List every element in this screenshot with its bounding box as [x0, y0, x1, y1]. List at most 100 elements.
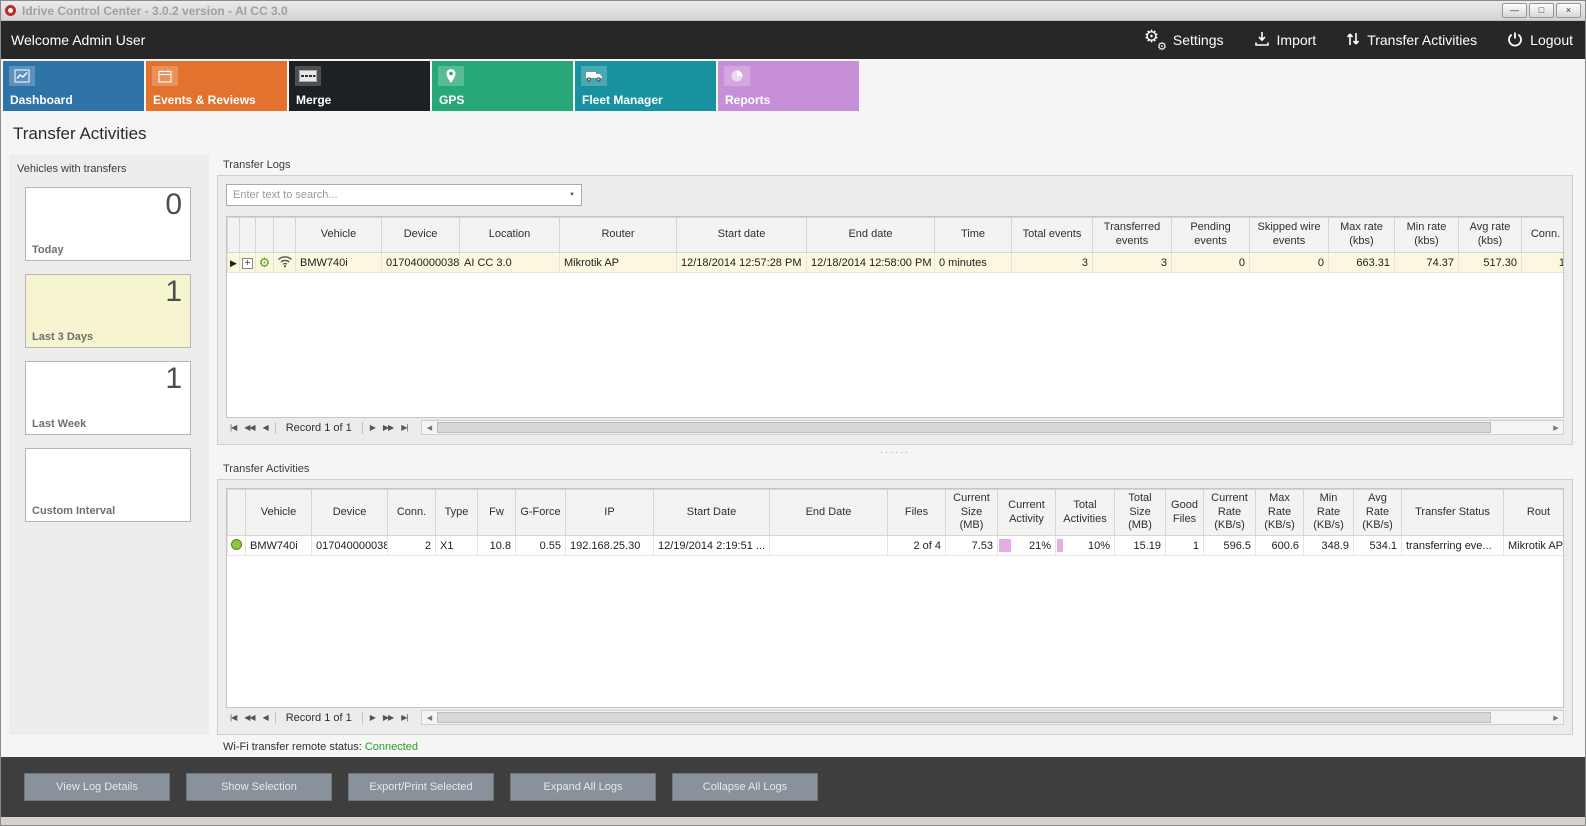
titlebar: Idrive Control Center - 3.0.2 version - …	[1, 1, 1585, 21]
scroll-left-icon[interactable]: ◀	[422, 714, 436, 722]
acts-col-end-date[interactable]: End Date	[770, 490, 888, 536]
acts-col-current-size[interactable]: Current Size (MB)	[946, 490, 998, 536]
tile-dashboard[interactable]: Dashboard	[3, 61, 144, 111]
search-input[interactable]	[227, 189, 563, 201]
tile-merge-label: Merge	[296, 93, 331, 107]
export-print-selected-button[interactable]: Export/Print Selected	[348, 773, 494, 801]
acts-col-fw[interactable]: Fw	[478, 490, 516, 536]
acts-col-good-files[interactable]: Good Files	[1166, 490, 1204, 536]
acts-col-type[interactable]: Type	[436, 490, 478, 536]
collapse-all-logs-button[interactable]: Collapse All Logs	[672, 773, 818, 801]
prev-page-button[interactable]: ◀◀	[240, 713, 258, 722]
last-record-button[interactable]: ▶|	[397, 423, 411, 432]
filmstrip-icon	[295, 66, 321, 86]
acts-col-vehicle[interactable]: Vehicle	[246, 490, 312, 536]
first-record-button[interactable]: |◀	[226, 423, 240, 432]
cell-conn: 2	[388, 536, 436, 556]
expand-all-logs-button[interactable]: Expand All Logs	[510, 773, 656, 801]
view-log-details-button[interactable]: View Log Details	[24, 773, 170, 801]
next-page-button[interactable]: ▶▶	[379, 713, 397, 722]
logs-col-pending-events[interactable]: Pending events	[1172, 218, 1250, 253]
horizontal-scrollbar[interactable]: ◀ ▶	[421, 710, 1564, 725]
logs-col-start-date[interactable]: Start date	[677, 218, 807, 253]
acts-col-min-rate[interactable]: Min Rate (KB/s)	[1304, 490, 1354, 536]
logs-col-vehicle[interactable]: Vehicle	[296, 218, 382, 253]
acts-col-files[interactable]: Files	[888, 490, 946, 536]
logs-col-skipped-wire-events[interactable]: Skipped wire events	[1250, 218, 1329, 253]
transfer-activities-button[interactable]: Transfer Activities	[1346, 31, 1477, 50]
acts-col-start-date[interactable]: Start Date	[654, 490, 770, 536]
calendar-icon	[152, 66, 178, 86]
acts-col-router[interactable]: Rout	[1504, 490, 1565, 536]
settings-button[interactable]: ⚙ ⚙ Settings	[1144, 31, 1224, 49]
tile-reports[interactable]: Reports	[718, 61, 859, 111]
acts-col-transfer-status[interactable]: Transfer Status	[1402, 490, 1504, 536]
logs-col-time[interactable]: Time	[935, 218, 1012, 253]
chevron-down-icon[interactable]: ▼	[563, 192, 581, 198]
card-last-week[interactable]: 1 Last Week	[25, 361, 191, 435]
logs-col-total-events[interactable]: Total events	[1012, 218, 1093, 253]
logs-col-avg-rate[interactable]: Avg rate (kbs)	[1459, 218, 1522, 253]
table-row[interactable]: ▶ + ⚙ BMW740i 017040000038 AI CC 3.0 Mik…	[228, 253, 1565, 273]
transfer-logs-panel-title: Transfer Logs	[223, 159, 290, 171]
acts-col-current-rate[interactable]: Current Rate (KB/s)	[1204, 490, 1256, 536]
acts-col-avg-rate[interactable]: Avg Rate (KB/s)	[1354, 490, 1402, 536]
last-record-button[interactable]: ▶|	[397, 713, 411, 722]
logs-col-max-rate[interactable]: Max rate (kbs)	[1329, 218, 1395, 253]
transfer-logs-grid: Vehicle Device Location Router Start dat…	[226, 216, 1564, 418]
transfer-activities-label: Transfer Activities	[1367, 32, 1477, 48]
acts-col-conn[interactable]: Conn.	[388, 490, 436, 536]
logs-col-transferred-events[interactable]: Transferred events	[1093, 218, 1172, 253]
prev-record-button[interactable]: ◀	[259, 713, 272, 722]
transfer-activities-panel: Vehicle Device Conn. Type Fw G-Force IP …	[217, 479, 1573, 735]
acts-col-current-activity[interactable]: Current Activity	[998, 490, 1056, 536]
cell-transfer-status: transferring eve...	[1402, 536, 1504, 556]
logout-button[interactable]: Logout	[1507, 31, 1573, 50]
tile-fleet-manager[interactable]: Fleet Manager	[575, 61, 716, 111]
logs-col-router[interactable]: Router	[560, 218, 677, 253]
first-record-button[interactable]: |◀	[226, 713, 240, 722]
close-button[interactable]: ×	[1556, 3, 1581, 18]
prev-page-button[interactable]: ◀◀	[240, 423, 258, 432]
prev-record-button[interactable]: ◀	[259, 423, 272, 432]
acts-col-device[interactable]: Device	[312, 490, 388, 536]
tile-gps[interactable]: GPS	[432, 61, 573, 111]
logs-col-device[interactable]: Device	[382, 218, 460, 253]
logs-col-min-rate[interactable]: Min rate (kbs)	[1395, 218, 1459, 253]
maximize-button[interactable]: □	[1529, 3, 1554, 18]
scroll-right-icon[interactable]: ▶	[1549, 424, 1563, 432]
tile-dashboard-label: Dashboard	[10, 93, 73, 107]
acts-col-gforce[interactable]: G-Force	[516, 490, 566, 536]
minimize-button[interactable]: —	[1502, 3, 1527, 18]
logs-col-location[interactable]: Location	[460, 218, 560, 253]
panel-splitter[interactable]: ······	[217, 447, 1573, 459]
import-button[interactable]: Import	[1254, 31, 1317, 50]
table-row[interactable]: BMW740i 017040000038 2 X1 10.8 0.55 192.…	[228, 536, 1565, 556]
card-custom-interval[interactable]: Custom Interval	[25, 448, 191, 522]
next-record-button[interactable]: ▶	[366, 713, 379, 722]
next-page-button[interactable]: ▶▶	[379, 423, 397, 432]
acts-col-total-size[interactable]: Total Size (MB)	[1115, 490, 1166, 536]
card-last-3-days[interactable]: 1 Last 3 Days	[25, 274, 191, 348]
card-today[interactable]: 0 Today	[25, 187, 191, 261]
wifi-status-label: Wi-Fi transfer remote status:	[223, 741, 362, 753]
acts-col-total-activities[interactable]: Total Activities	[1056, 490, 1115, 536]
horizontal-scrollbar[interactable]: ◀ ▶	[421, 420, 1564, 435]
logs-col-conn[interactable]: Conn.	[1522, 218, 1565, 253]
gear-icon: ⚙	[256, 253, 274, 273]
cell-time: 0 minutes	[935, 253, 1012, 273]
tile-events-reviews[interactable]: Events & Reviews	[146, 61, 287, 111]
expand-plus-icon[interactable]: +	[242, 258, 253, 269]
cell-gforce: 0.55	[516, 536, 566, 556]
acts-col-ip[interactable]: IP	[566, 490, 654, 536]
scroll-right-icon[interactable]: ▶	[1549, 714, 1563, 722]
card-last-week-label: Last Week	[32, 418, 86, 430]
show-selection-button[interactable]: Show Selection	[186, 773, 332, 801]
logs-col-end-date[interactable]: End date	[807, 218, 935, 253]
scrollbar-thumb[interactable]	[437, 712, 1491, 723]
scrollbar-thumb[interactable]	[437, 422, 1491, 433]
tile-merge[interactable]: Merge	[289, 61, 430, 111]
scroll-left-icon[interactable]: ◀	[422, 424, 436, 432]
acts-col-max-rate[interactable]: Max Rate (KB/s)	[1256, 490, 1304, 536]
next-record-button[interactable]: ▶	[366, 423, 379, 432]
